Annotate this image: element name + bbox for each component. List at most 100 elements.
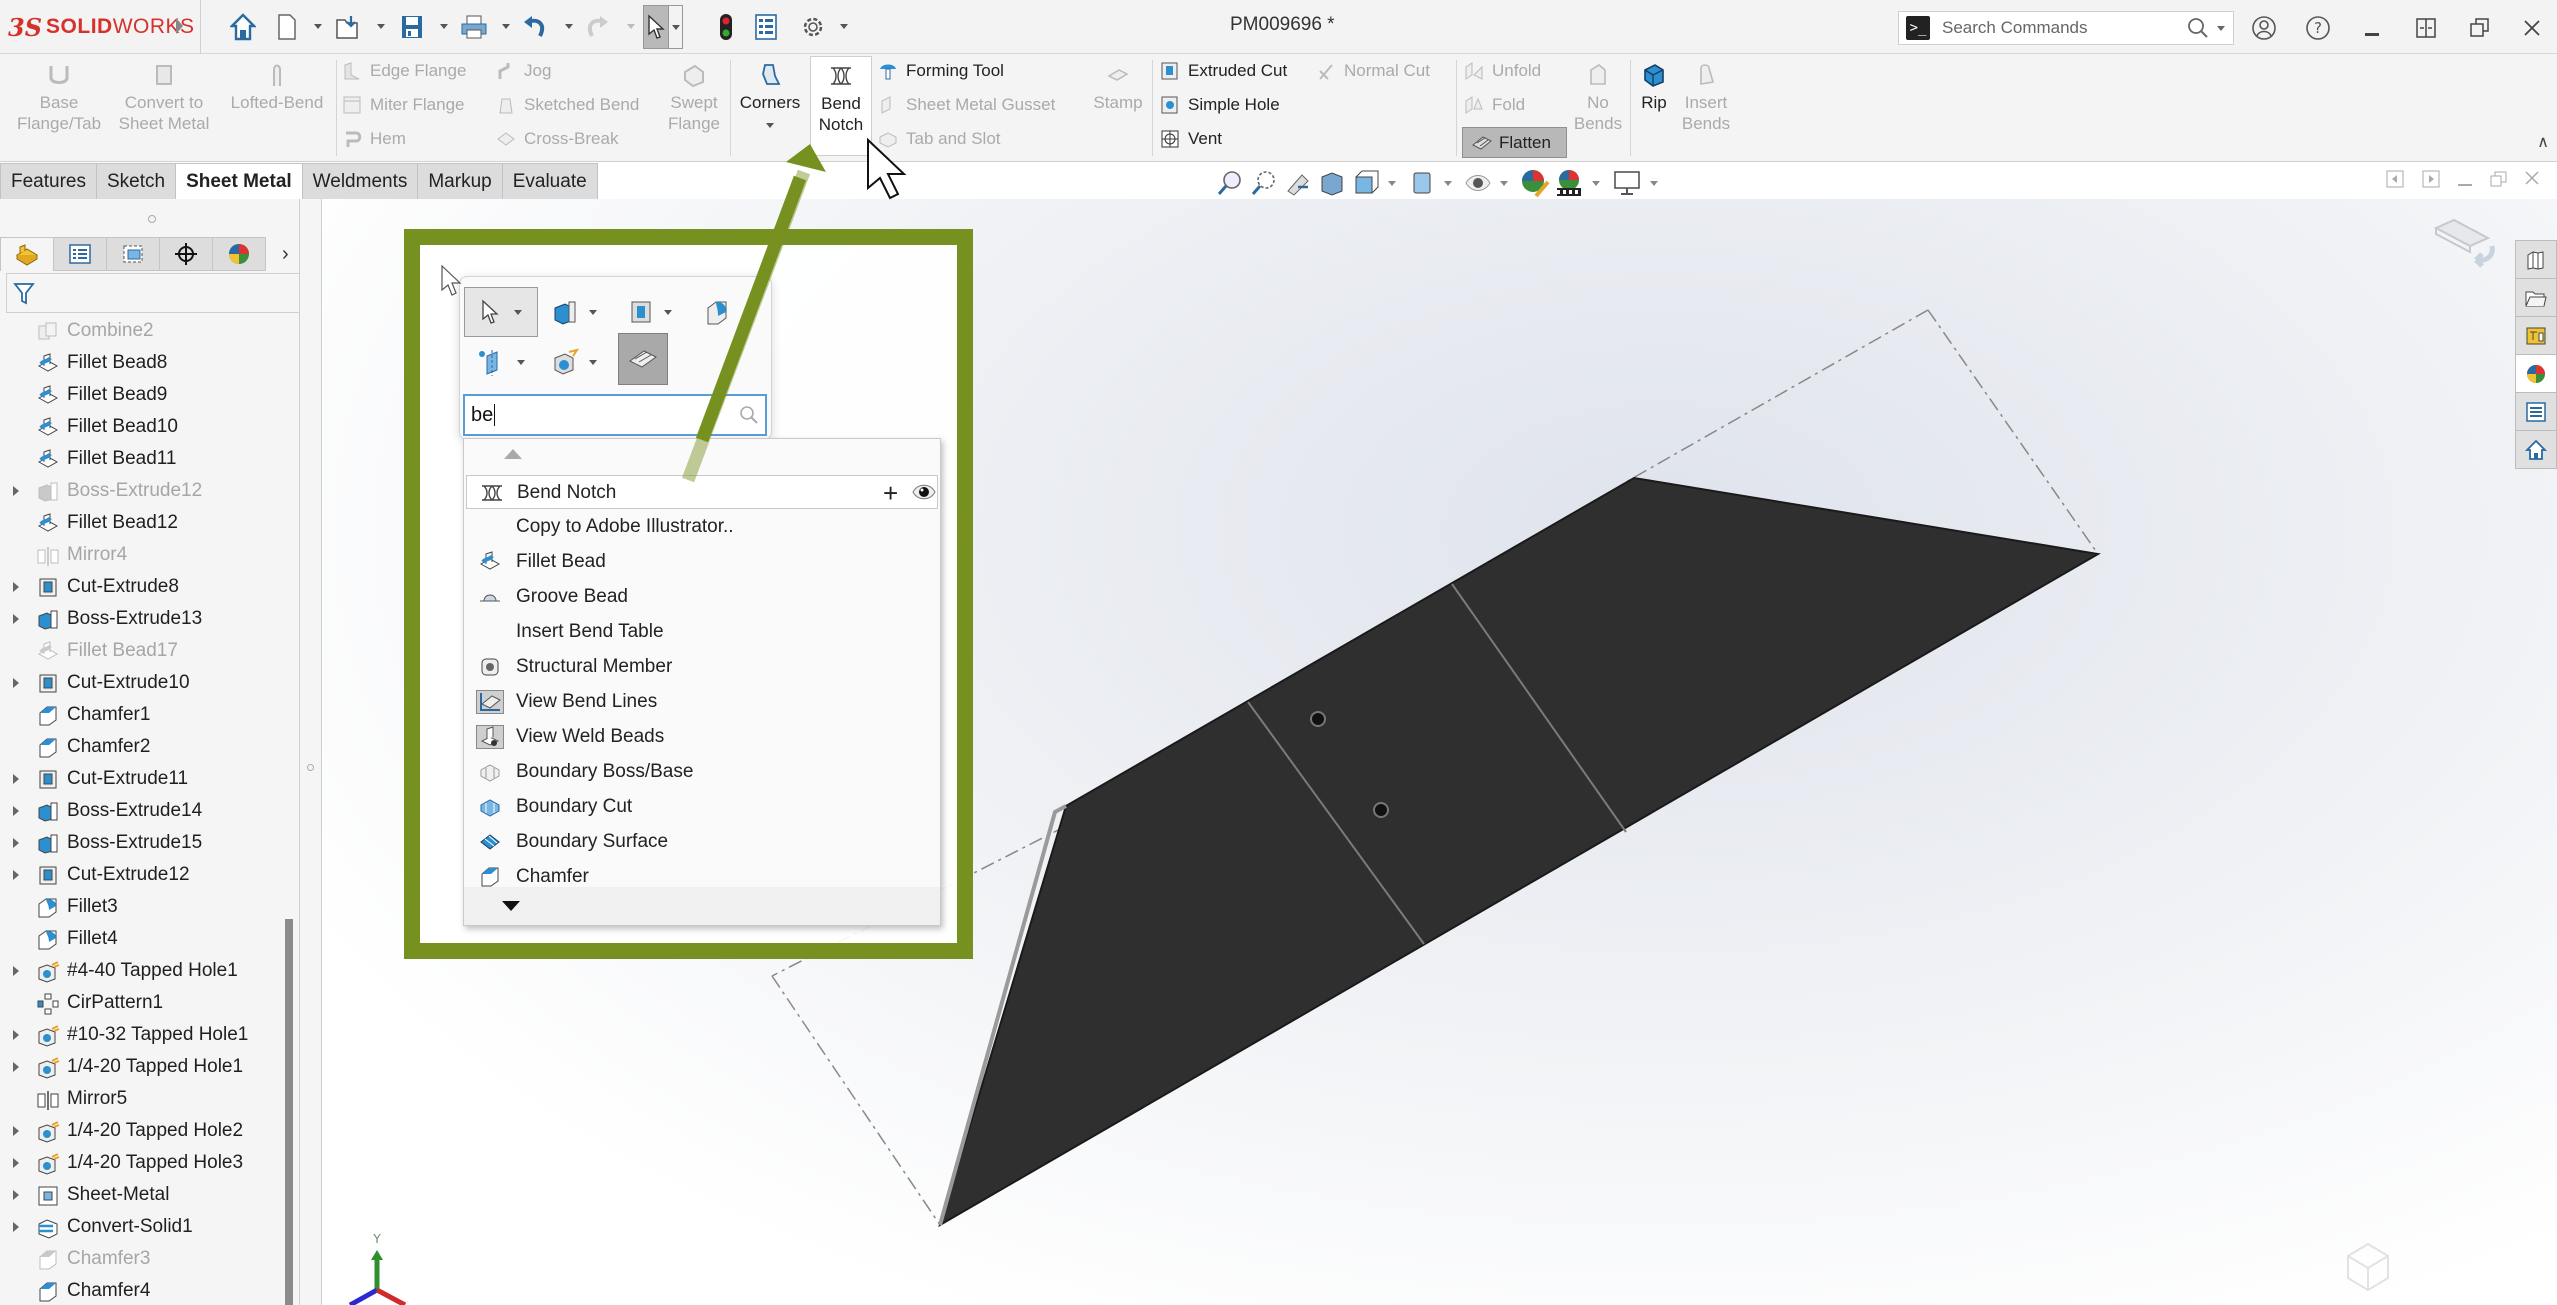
feature-tree-item[interactable]: Fillet3 (0, 891, 282, 923)
corners-dropdown-icon[interactable] (766, 123, 774, 128)
print-dropdown-arrow[interactable] (502, 24, 510, 29)
splitter-grip[interactable] (307, 764, 314, 771)
hide-show-items-icon[interactable] (1464, 169, 1492, 197)
feature-tree-item[interactable]: Boss-Extrude14 (0, 795, 282, 827)
search-icon[interactable] (2187, 17, 2209, 39)
show-command-location-eye-icon[interactable] (911, 480, 937, 510)
search-result-item[interactable]: Insert Bend Table (466, 615, 938, 649)
feature-tree-item[interactable]: Sheet-Metal (0, 1179, 282, 1211)
shortcut-fillet-button[interactable] (696, 287, 740, 337)
options-button[interactable] (798, 8, 828, 46)
fold-button[interactable]: Fold (1464, 95, 1525, 115)
shortcut-select-button[interactable] (464, 287, 538, 337)
home-button[interactable] (226, 8, 260, 46)
feature-tree-item[interactable]: Fillet Bead17 (0, 635, 282, 667)
view-settings-monitor-icon[interactable] (1612, 169, 1642, 197)
zoom-to-fit-icon[interactable] (1216, 169, 1244, 197)
search-result-item[interactable]: Boundary Boss/Base (466, 755, 938, 789)
sketched-bend-button[interactable]: Sketched Bend (496, 95, 639, 115)
custom-properties-tab[interactable] (2515, 392, 2557, 431)
search-dropdown-icon[interactable] (2217, 25, 2225, 31)
redo-button[interactable] (582, 8, 612, 46)
panel-grip[interactable] (148, 215, 156, 223)
feature-tree-item[interactable]: Chamfer3 (0, 1243, 282, 1275)
tab-features[interactable]: Features (0, 163, 97, 199)
open-dropdown-arrow[interactable] (377, 24, 385, 29)
insert-bends-button[interactable]: Insert Bends (1678, 62, 1734, 134)
vent-button[interactable]: Vent (1160, 129, 1222, 149)
edit-appearance-icon[interactable] (1520, 168, 1550, 198)
shortcut-flatten-button[interactable] (618, 333, 668, 385)
no-bends-button[interactable]: No Bends (1570, 62, 1626, 134)
unfold-button[interactable]: Unfold (1464, 61, 1541, 81)
expand-arrow-icon[interactable] (13, 806, 19, 816)
expand-arrow-icon[interactable] (13, 1158, 19, 1168)
flatten-button[interactable]: Flatten (1462, 127, 1567, 158)
feature-tree-item[interactable]: Fillet Bead12 (0, 507, 282, 539)
tile-windows-button[interactable] (2408, 10, 2444, 46)
swept-flange-button[interactable]: Swept Flange (662, 62, 726, 134)
feature-tree-item[interactable]: Cut-Extrude11 (0, 763, 282, 795)
expand-arrow-icon[interactable] (13, 582, 19, 592)
convert-to-sheet-metal-button[interactable]: Convert to Sheet Metal (112, 62, 216, 134)
help-button[interactable]: ? (2300, 10, 2336, 46)
tab-weldments[interactable]: Weldments (301, 163, 419, 199)
design-library-tab[interactable] (2515, 278, 2557, 317)
previous-view-icon[interactable] (1284, 169, 1312, 197)
search-result-item[interactable]: Fillet Bead (466, 545, 938, 579)
undo-dropdown-arrow[interactable] (565, 24, 573, 29)
search-result-item[interactable]: Boundary Cut (466, 790, 938, 824)
shortcut-extruded-boss-button[interactable] (544, 287, 604, 337)
forming-tool-button[interactable]: Forming Tool (878, 61, 1004, 81)
feature-tree-scrollbar[interactable] (285, 919, 293, 1305)
shortcut-hole-wizard-button[interactable] (544, 337, 604, 387)
lofted-bend-button[interactable]: Lofted-Bend (222, 62, 332, 113)
doc-restore-button[interactable] (2490, 170, 2508, 193)
section-view-icon[interactable] (1318, 169, 1346, 197)
feature-tree-item[interactable]: 1/4-20 Tapped Hole1 (0, 1051, 282, 1083)
expand-arrow-icon[interactable] (13, 1126, 19, 1136)
search-result-item[interactable]: Groove Bead (466, 580, 938, 614)
redo-dropdown-arrow[interactable] (627, 24, 635, 29)
search-icon[interactable] (739, 405, 759, 425)
new-dropdown-arrow[interactable] (314, 24, 322, 29)
expand-arrow-icon[interactable] (13, 614, 19, 624)
menu-expand-arrow-icon[interactable] (176, 18, 183, 34)
hem-button[interactable]: Hem (342, 129, 406, 149)
solidworks-resources-tab[interactable] (2515, 240, 2557, 279)
expand-arrow-icon[interactable] (13, 1190, 19, 1200)
view-orientation-dropdown-icon[interactable] (1388, 180, 1396, 186)
search-result-item[interactable]: View Weld Beads (466, 720, 938, 754)
options-dropdown-arrow[interactable] (840, 24, 848, 29)
sheet-metal-gusset-button[interactable]: Sheet Metal Gusset (878, 95, 1055, 115)
feature-tree-item[interactable]: Fillet Bead10 (0, 411, 282, 443)
shortcut-extruded-cut-button[interactable] (620, 287, 680, 337)
next-document-button[interactable] (2422, 170, 2440, 193)
configuration-manager-tab[interactable] (106, 237, 160, 271)
expand-arrow-icon[interactable] (13, 678, 19, 688)
apply-scene-dropdown-icon[interactable] (1592, 180, 1600, 186)
expand-arrow-icon[interactable] (13, 870, 19, 880)
add-to-toolbar-plus-icon[interactable]: + (883, 478, 898, 509)
search-result-item[interactable]: Bend Notch + (466, 475, 938, 509)
extruded-cut-button[interactable]: Extruded Cut (1160, 61, 1287, 81)
rip-button[interactable]: Rip (1634, 62, 1674, 113)
property-manager-tab[interactable] (53, 237, 107, 271)
corners-button[interactable]: Corners (734, 62, 806, 128)
display-style-dropdown-icon[interactable] (1444, 180, 1452, 186)
view-orientation-icon[interactable] (1352, 169, 1380, 197)
print-button[interactable] (458, 8, 490, 46)
search-commands-field[interactable]: >_ Search Commands (1898, 11, 2234, 45)
restore-button[interactable] (2462, 10, 2498, 46)
shortcut-reference-plane-button[interactable] (464, 337, 538, 387)
collapse-ribbon-chevron-up-icon[interactable]: ∧ (2537, 132, 2549, 152)
save-dropdown-arrow[interactable] (440, 24, 448, 29)
user-account-button[interactable] (2246, 10, 2282, 46)
expand-arrow-icon[interactable] (13, 1062, 19, 1072)
panel-splitter[interactable] (300, 199, 322, 1305)
search-result-item[interactable]: Structural Member (466, 650, 938, 684)
base-flange-button[interactable]: Base Flange/Tab (10, 62, 108, 134)
scroll-down-arrow-icon[interactable] (502, 901, 520, 911)
feature-tree-item[interactable]: #10-32 Tapped Hole1 (0, 1019, 282, 1051)
file-properties-button[interactable] (752, 8, 780, 46)
